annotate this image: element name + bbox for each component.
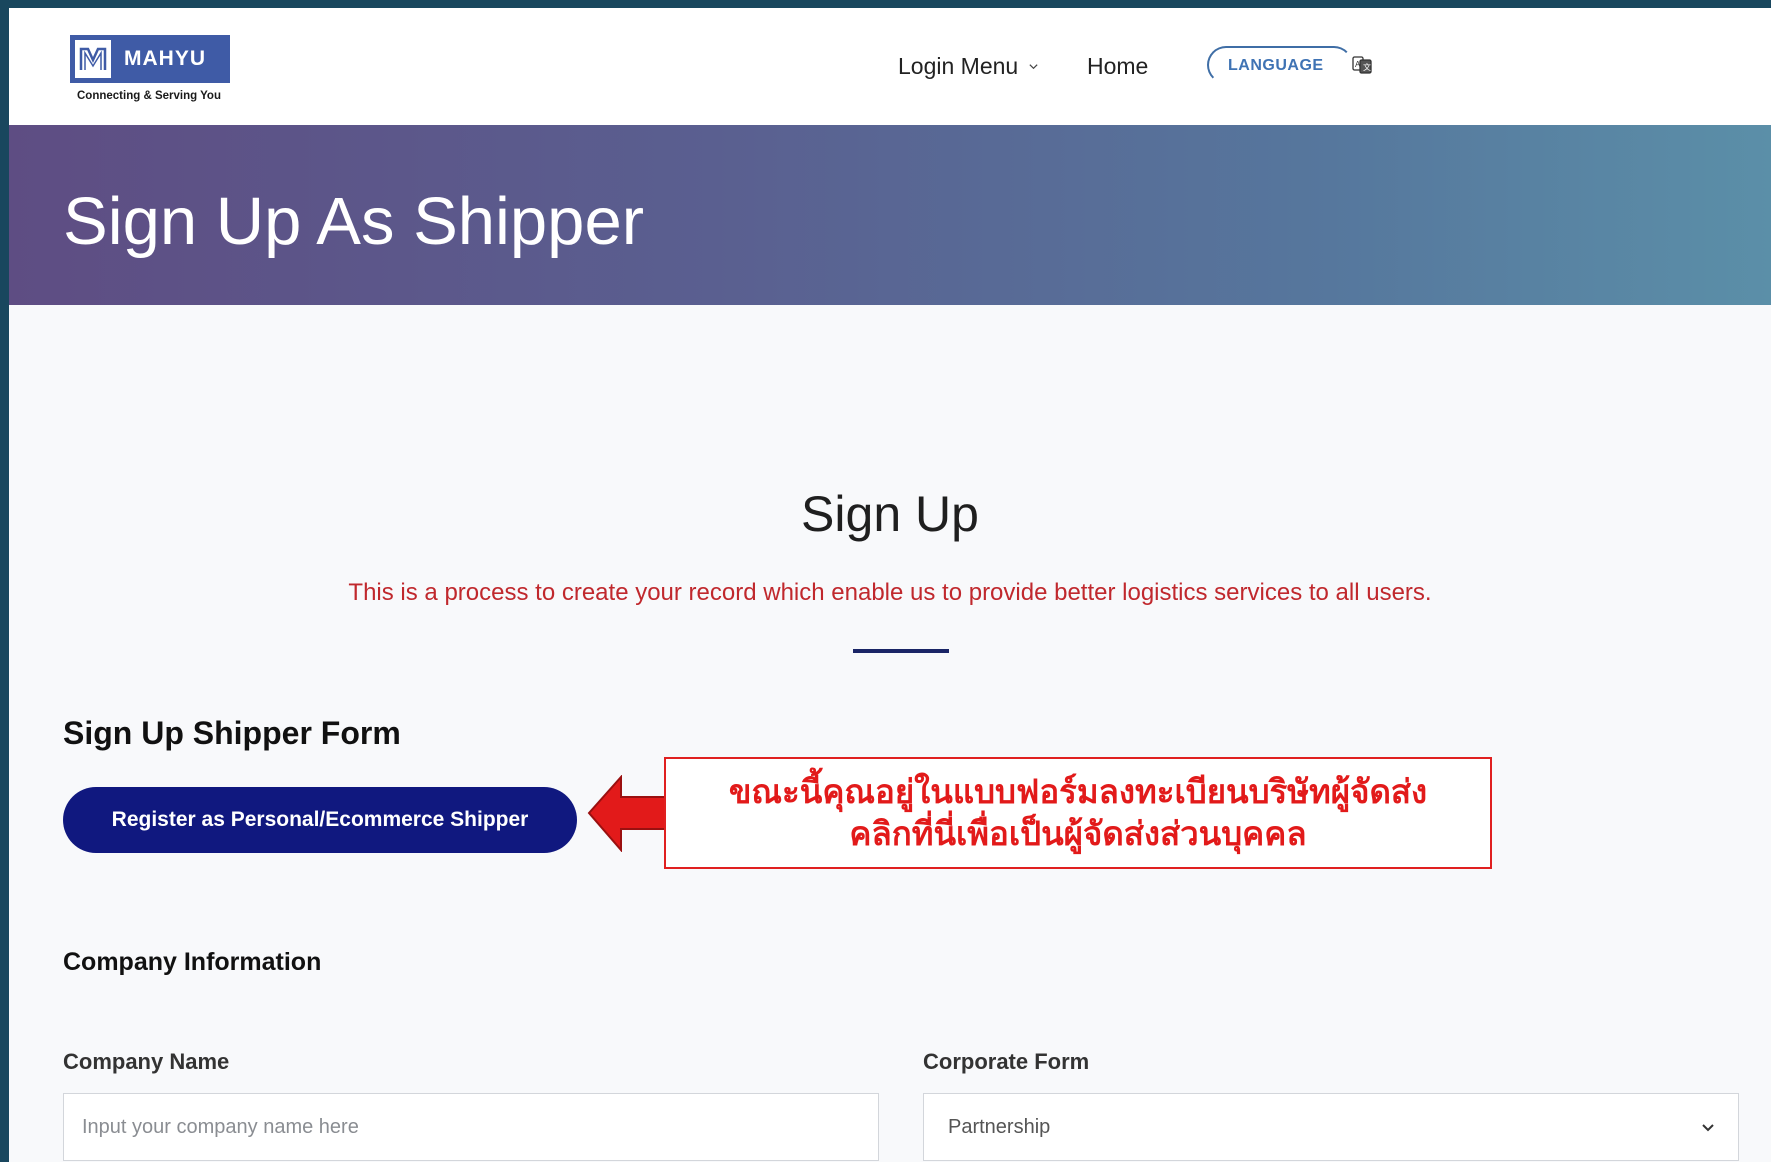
page-title: Sign Up As Shipper <box>63 184 645 259</box>
callout-line-2: คลิกที่นี่เพื่อเป็นผู้จัดส่งส่วนบุคคล <box>849 815 1307 852</box>
nav-login-menu[interactable]: Login Menu <box>898 8 1039 125</box>
svg-text:文: 文 <box>1363 62 1371 72</box>
corporate-form-label: Corporate Form <box>923 1049 1090 1074</box>
page-frame: MAHYU Connecting & Serving You Login Men… <box>9 8 1771 1162</box>
corporate-form-select[interactable]: Partnership <box>923 1093 1739 1161</box>
signup-description: This is a process to create your record … <box>348 579 1432 606</box>
site-logo[interactable]: MAHYU Connecting & Serving You <box>70 35 240 105</box>
nav-home[interactable]: Home <box>1087 8 1148 125</box>
translate-icon[interactable]: A 文 <box>1351 54 1373 76</box>
signup-heading: Sign Up <box>801 486 979 542</box>
logo-name: MAHYU <box>124 47 206 70</box>
site-header: MAHYU Connecting & Serving You Login Men… <box>9 8 1771 125</box>
form-title: Sign Up Shipper Form <box>63 715 401 751</box>
callout-line-1: ขณะนี้คุณอยู่ในแบบฟอร์มลงทะเบียนบริษัทผู… <box>728 773 1428 810</box>
logo-m-icon <box>75 40 111 78</box>
annotation-callout: ขณะนี้คุณอยู่ในแบบฟอร์มลงทะเบียนบริษัทผู… <box>664 757 1492 869</box>
company-name-input[interactable] <box>63 1093 879 1161</box>
nav-home-label: Home <box>1087 53 1149 79</box>
language-selector[interactable]: LANGUAGE <box>1207 46 1355 86</box>
section-title-company-information: Company Information <box>63 948 322 976</box>
svg-text:A: A <box>1355 60 1361 69</box>
section-divider <box>853 649 949 653</box>
corporate-form-selected: Partnership <box>948 1115 1051 1138</box>
company-name-label: Company Name <box>63 1049 230 1074</box>
logo-box: MAHYU <box>70 35 230 83</box>
select-chevron-icon <box>1702 1124 1714 1132</box>
nav-login-menu-label: Login Menu <box>898 53 1019 79</box>
chevron-down-icon <box>1029 64 1038 70</box>
page-banner: Sign Up As Shipper <box>9 125 1771 305</box>
logo-tagline: Connecting & Serving You <box>77 90 221 102</box>
red-arrow-icon <box>587 775 670 852</box>
register-personal-shipper-button[interactable]: Register as Personal/Ecommerce Shipper <box>63 787 577 853</box>
language-label: LANGUAGE <box>1228 57 1324 74</box>
